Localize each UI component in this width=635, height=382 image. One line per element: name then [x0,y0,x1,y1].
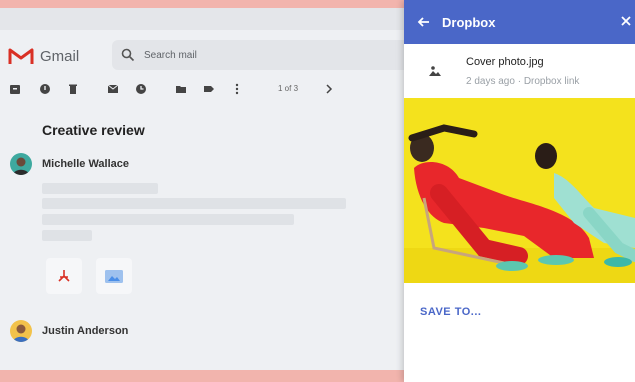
image-file-icon [429,66,441,76]
message-header[interactable]: Justin Anderson [10,320,128,342]
report-icon[interactable] [38,82,52,96]
pdf-icon [58,270,70,282]
gmail-window: Gmail Search mail 1 of 3 Creative review… [0,8,420,370]
delete-icon[interactable] [66,82,80,96]
move-to-icon[interactable] [174,82,188,96]
snooze-icon[interactable] [134,82,148,96]
panel-title: Dropbox [442,14,496,30]
search-bar[interactable]: Search mail [112,40,412,70]
body-text-placeholder [42,198,346,209]
file-meta: 2 days ago · Dropbox link [466,76,580,87]
file-name: Cover photo.jpg [466,56,544,68]
window-top-bar [0,8,420,30]
attachment-pdf[interactable] [46,258,82,294]
mark-unread-icon[interactable] [106,82,120,96]
back-arrow-icon[interactable] [416,14,432,30]
close-icon[interactable] [619,14,633,28]
search-input[interactable]: Search mail [144,50,197,61]
body-text-placeholder [42,183,158,194]
message-header[interactable]: Michelle Wallace [10,153,129,175]
mail-toolbar: 1 of 3 [8,82,408,98]
file-item[interactable]: Cover photo.jpg 2 days ago · Dropbox lin… [404,44,635,100]
archive-icon[interactable] [8,82,22,96]
avatar [10,153,32,175]
search-icon [121,48,135,62]
sender-name: Michelle Wallace [42,158,130,170]
app-name: Gmail [40,47,80,65]
attachment-image[interactable] [96,258,132,294]
body-text-placeholder [42,230,92,241]
label-icon[interactable] [202,82,216,96]
email-subject: Creative review [42,122,145,138]
photo-preview [404,98,635,283]
body-text-placeholder [42,214,294,225]
panel-header: Dropbox [404,0,635,44]
dropbox-panel: Dropbox Cover photo.jpg 2 days ago · Dro… [404,0,635,382]
avatar [10,320,32,342]
image-icon [105,270,123,283]
save-to-button[interactable]: SAVE TO... [420,306,481,318]
pager-text: 1 of 3 [278,84,299,93]
sender-name: Justin Anderson [42,325,129,337]
gmail-logo[interactable]: Gmail [8,46,79,66]
gmail-m-icon [8,48,34,64]
photo-image [404,98,635,283]
chevron-right-icon[interactable] [322,82,336,96]
more-icon[interactable] [230,82,244,96]
